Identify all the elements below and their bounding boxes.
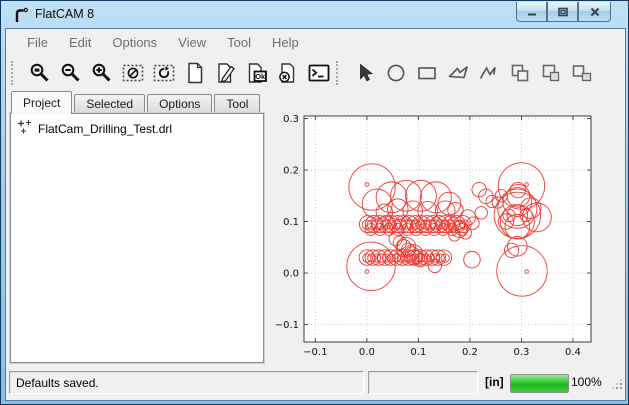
svg-text:0.0: 0.0	[359, 347, 375, 358]
menu-help[interactable]: Help	[264, 35, 307, 50]
svg-text:Ok: Ok	[255, 72, 266, 81]
svg-text:0.1: 0.1	[283, 217, 299, 228]
maximize-icon	[556, 6, 570, 18]
tree-item-drill-object[interactable]: FlatCam_Drilling_Test.drl	[11, 114, 263, 138]
tab-tool[interactable]: Tool	[214, 94, 260, 114]
menu-file[interactable]: File	[19, 35, 56, 50]
toolbar-group-1	[336, 56, 597, 90]
draw-circle-button[interactable]	[380, 58, 411, 88]
menu-options[interactable]: Options	[104, 35, 165, 50]
svg-text:0.3: 0.3	[283, 114, 299, 125]
tab-selected[interactable]: Selected	[74, 94, 145, 114]
geo-cut-icon	[571, 62, 593, 84]
replot-icon	[153, 62, 175, 84]
units-label: [in]	[485, 375, 504, 389]
svg-text:0.2: 0.2	[462, 347, 478, 358]
project-tree[interactable]: FlatCam_Drilling_Test.drl	[10, 113, 264, 363]
close-icon	[588, 6, 602, 18]
menubar: File Edit Options View Tool Help	[6, 29, 625, 56]
replot-button[interactable]	[148, 58, 179, 88]
clear-plot-icon	[122, 62, 144, 84]
app-icon	[12, 6, 30, 24]
maximize-button[interactable]	[547, 2, 578, 22]
tab-project[interactable]: Project	[11, 91, 72, 114]
svg-text:0.3: 0.3	[513, 347, 529, 358]
resize-grip[interactable]	[612, 379, 623, 393]
progress-bar	[510, 374, 569, 393]
geo-union-button[interactable]	[504, 58, 535, 88]
toolbar-handle[interactable]	[336, 61, 343, 85]
zoom-out-icon	[60, 62, 82, 84]
draw-polygon-button[interactable]	[442, 58, 473, 88]
flatcam-window: FlatCAM 8 File Edit Options View Tool Help Ok…	[0, 0, 629, 405]
plot-canvas[interactable]: −0.1 0.0 0.1 0.2 0.3 0.4 −0.1 0.0 0.1 0.2 0.3	[268, 102, 624, 374]
new-file-icon	[184, 62, 206, 84]
select-cursor-icon	[354, 62, 376, 84]
drill-object-icon	[17, 119, 33, 138]
draw-polygon-icon	[447, 62, 469, 84]
save-ok-icon: Ok	[246, 62, 268, 84]
save-ok-button[interactable]: Ok	[241, 58, 272, 88]
clear-plot-button[interactable]	[117, 58, 148, 88]
open-file-button[interactable]	[210, 58, 241, 88]
svg-text:0.2: 0.2	[283, 166, 299, 177]
svg-text:0.1: 0.1	[410, 347, 426, 358]
select-cursor-button[interactable]	[349, 58, 380, 88]
zoom-out-button[interactable]	[55, 58, 86, 88]
drill-plot: −0.1 0.0 0.1 0.2 0.3 0.4 −0.1 0.0 0.1 0.2 0.3	[268, 102, 624, 374]
status-secondary-panel	[368, 371, 478, 394]
progress-percent: 100%	[571, 375, 602, 389]
shell-icon	[308, 62, 330, 84]
titlebar[interactable]: FlatCAM 8	[1, 1, 628, 28]
open-file-icon	[215, 62, 237, 84]
tabbar: ProjectSelectedOptionsTool	[11, 91, 262, 114]
status-message-panel: Defaults saved.	[9, 371, 364, 394]
status-message: Defaults saved.	[16, 376, 99, 390]
shell-button[interactable]	[303, 58, 334, 88]
close-button[interactable]	[578, 2, 611, 22]
svg-text:0.0: 0.0	[283, 269, 299, 280]
delete-file-icon	[277, 62, 299, 84]
tree-item-label: FlatCam_Drilling_Test.drl	[38, 122, 172, 136]
minimize-icon	[525, 6, 539, 18]
zoom-in-button[interactable]	[86, 58, 117, 88]
draw-rectangle-button[interactable]	[411, 58, 442, 88]
geo-cut-button[interactable]	[566, 58, 597, 88]
new-file-button[interactable]	[179, 58, 210, 88]
window-controls	[516, 2, 611, 22]
main-content: File Edit Options View Tool Help Ok ProjectSe…	[5, 28, 626, 401]
draw-polyline-icon	[478, 62, 500, 84]
tab-options[interactable]: Options	[147, 94, 212, 114]
menu-view[interactable]: View	[170, 35, 214, 50]
delete-file-button[interactable]	[272, 58, 303, 88]
svg-text:−0.1: −0.1	[303, 347, 327, 358]
progress-fill	[511, 375, 568, 392]
menu-edit[interactable]: Edit	[61, 35, 99, 50]
draw-rectangle-icon	[416, 62, 438, 84]
toolbar-handle[interactable]	[11, 61, 18, 85]
geo-intersect-button[interactable]	[535, 58, 566, 88]
minimize-button[interactable]	[516, 2, 547, 22]
toolbar: Ok	[6, 56, 625, 90]
draw-circle-icon	[385, 62, 407, 84]
zoom-fit-icon	[29, 62, 51, 84]
zoom-in-icon	[91, 62, 113, 84]
geo-union-icon	[509, 62, 531, 84]
svg-text:−0.1: −0.1	[275, 320, 299, 331]
svg-text:0.4: 0.4	[565, 347, 581, 358]
zoom-fit-button[interactable]	[24, 58, 55, 88]
statusbar: Defaults saved. [in] 100%	[6, 371, 625, 397]
toolbar-group-0: Ok	[11, 56, 334, 90]
menu-tool[interactable]: Tool	[219, 35, 259, 50]
geo-intersect-icon	[540, 62, 562, 84]
window-title: FlatCAM 8	[35, 7, 94, 21]
draw-polyline-button[interactable]	[473, 58, 504, 88]
